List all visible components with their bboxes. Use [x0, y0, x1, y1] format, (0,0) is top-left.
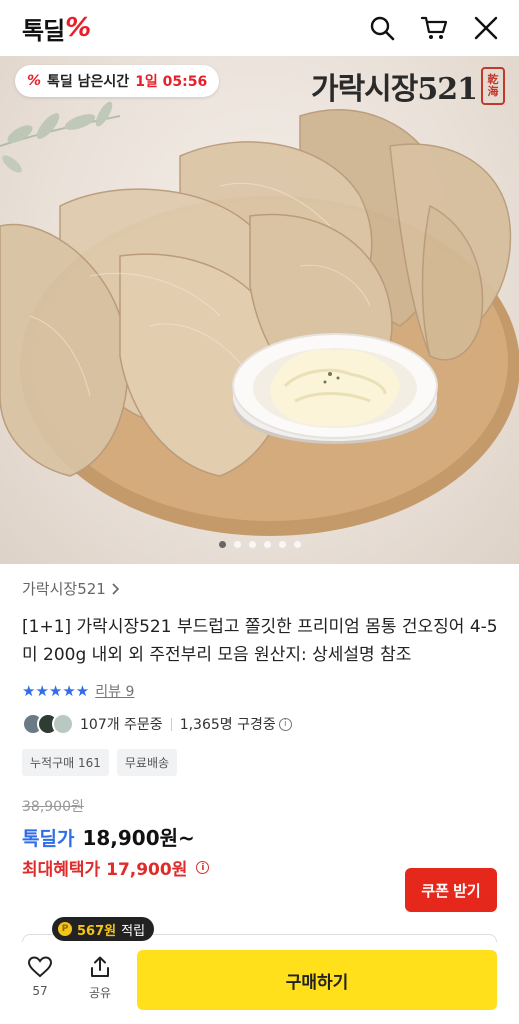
buyer-avatars — [22, 713, 74, 735]
search-icon[interactable] — [367, 13, 397, 43]
product-tags: 누적구매 161 무료배송 — [22, 749, 500, 776]
talkdeal-logo[interactable]: 톡딜 % — [22, 11, 91, 46]
carousel-dot[interactable] — [263, 541, 271, 548]
heart-icon — [28, 956, 52, 978]
bottom-action-bar: 57 공유 구매하기 — [0, 942, 519, 1024]
original-price: 38,900원 — [22, 799, 84, 815]
rating-row[interactable]: ★★★★★ 리뷰 9 — [22, 681, 500, 701]
brand-seal: 乾 海 — [481, 67, 505, 105]
seal-char-2: 海 — [487, 85, 499, 98]
logo-percent-mark: % — [65, 13, 91, 43]
leaf-decoration — [0, 101, 121, 173]
info-icon[interactable]: i — [278, 717, 292, 731]
max-benefit-price: 최대혜택가 17,900원 — [22, 860, 188, 880]
timer-value: 1일 05:56 — [135, 74, 208, 90]
points-suffix: 적립 — [121, 923, 146, 939]
share-button[interactable]: 공유 — [80, 956, 120, 1001]
timer-label: 톡딜 남은시간 — [47, 74, 130, 90]
product-title: [1+1] 가락시장521 부드럽고 쫄깃한 프리미엄 몸통 건오징어 4-5미… — [22, 617, 498, 665]
divider — [170, 717, 172, 731]
store-link[interactable]: 가락시장521 — [22, 578, 500, 599]
points-badge: P 567원 적립 — [52, 917, 155, 941]
mayonnaise-bowl — [232, 333, 438, 444]
info-icon[interactable]: i — [196, 861, 210, 874]
avatar — [52, 713, 74, 735]
brand-watermark-text: 가락시장521 — [310, 72, 478, 107]
tag-free-shipping: 무료배송 — [116, 749, 178, 776]
orders-count: 107개 주문중 — [80, 717, 163, 733]
like-button[interactable]: 57 — [20, 956, 60, 998]
carousel-dot[interactable] — [278, 541, 286, 548]
product-photo — [0, 101, 519, 536]
carousel-dot[interactable] — [233, 541, 241, 548]
get-coupon-button[interactable]: 쿠폰 받기 — [405, 868, 497, 912]
logo-text: 톡딜 — [22, 16, 65, 45]
cart-icon[interactable] — [419, 13, 449, 43]
share-icon — [91, 956, 109, 977]
review-count[interactable]: 리뷰 9 — [95, 681, 134, 701]
buy-button[interactable]: 구매하기 — [137, 950, 497, 1010]
tag-cumulative-purchases: 누적구매 161 — [22, 749, 109, 776]
viewers-count: 1,365명 구경중 — [179, 717, 276, 733]
carousel-dot[interactable] — [293, 541, 301, 548]
chevron-right-icon — [112, 582, 119, 595]
share-label: 공유 — [88, 986, 112, 1000]
activity-row: 107개 주문중 1,365명 구경중 i — [22, 713, 500, 735]
like-count: 57 — [32, 984, 48, 998]
deal-price-label: 톡딜가 — [22, 828, 75, 850]
percent-icon: % — [27, 73, 42, 89]
carousel-dot[interactable] — [248, 541, 256, 548]
product-info: 가락시장521 [1+1] 가락시장521 부드럽고 쫄깃한 프리미엄 몸통 건… — [22, 578, 500, 880]
close-icon[interactable] — [471, 13, 501, 43]
top-header: 톡딜 % — [0, 0, 519, 56]
star-rating-icon: ★★★★★ — [22, 682, 90, 700]
coin-icon: P — [58, 922, 72, 936]
brand-watermark: 가락시장521 乾 海 — [311, 64, 505, 108]
carousel-dot[interactable] — [218, 541, 226, 548]
deal-price: 18,900원~ — [82, 826, 195, 850]
deal-timer-badge: % 톡딜 남은시간 1일 05:56 — [15, 65, 220, 97]
points-amount: 567원 — [77, 923, 117, 939]
product-image-carousel[interactable]: % 톡딜 남은시간 1일 05:56 가락시장521 乾 海 — [0, 56, 519, 564]
deal-price-row: 톡딜가 18,900원~ — [22, 822, 500, 851]
carousel-dots — [0, 541, 519, 548]
store-name: 가락시장521 — [22, 580, 106, 598]
